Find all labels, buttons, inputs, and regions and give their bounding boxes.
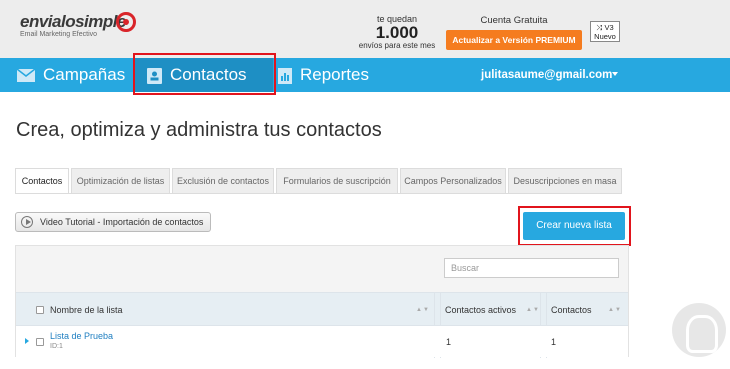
quota-info: te quedan 1.000 envíos para este mes [352, 14, 442, 50]
logo-text: envialosimple [20, 12, 126, 31]
tab-desuscripciones[interactable]: Desuscripciones en masa [508, 168, 622, 193]
report-chart-icon [278, 67, 292, 84]
row-checkbox[interactable] [36, 338, 44, 346]
sort-icon[interactable]: ▲▼ [608, 307, 622, 313]
quota-unit: envíos para este mes [358, 41, 436, 50]
version-label: V3 [604, 23, 614, 32]
video-tutorial-button[interactable]: Video Tutorial - Importación de contacto… [15, 212, 211, 232]
nav-item-reportes[interactable]: Reportes [278, 58, 369, 92]
contactos-highlight [133, 53, 276, 95]
lists-table: Buscar Nombre de la lista ▲▼ Contactos a… [15, 245, 629, 358]
version-badge[interactable]: ⤨ V3 Nuevo [590, 21, 620, 42]
user-email[interactable]: julitasaume@gmail.com [481, 58, 612, 92]
new-list-highlight [518, 206, 631, 246]
tab-contactos[interactable]: Contactos [15, 168, 69, 194]
nav-item-campanas[interactable]: Campañas [17, 58, 125, 92]
logo-tagline: Email Marketing Efectivo [20, 31, 98, 38]
play-icon [21, 216, 33, 228]
column-header-name[interactable]: Nombre de la lista [50, 293, 123, 327]
table-header: Nombre de la lista ▲▼ Contactos activos … [16, 292, 628, 326]
list-name-link[interactable]: Lista de Prueba [50, 331, 113, 341]
sort-icon[interactable]: ▲▼ [526, 307, 540, 313]
select-all-checkbox[interactable] [36, 306, 44, 314]
table-row[interactable]: Lista de Prueba ID:1 1 1 [16, 326, 628, 357]
tab-divider [15, 193, 622, 194]
chevron-down-icon[interactable] [612, 72, 618, 76]
version-sub: Nuevo [594, 32, 616, 41]
tab-exclusion[interactable]: Exclusión de contactos [172, 168, 274, 193]
watermark-logo [672, 303, 726, 357]
plan-info: Cuenta Gratuita Actualizar a Versión PRE… [446, 15, 582, 50]
page-title: Crea, optimiza y administra tus contacto… [16, 119, 382, 141]
top-header: envialosimple Email Marketing Efectivo t… [0, 0, 730, 58]
column-header-total[interactable]: Contactos [551, 293, 592, 327]
nav-label: Campañas [43, 65, 126, 84]
plan-label: Cuenta Gratuita [480, 15, 548, 26]
logo[interactable]: envialosimple Email Marketing Efectivo [20, 12, 136, 38]
target-icon [116, 12, 136, 32]
sort-icon[interactable]: ▲▼ [416, 307, 430, 313]
column-header-active[interactable]: Contactos activos [445, 293, 516, 327]
envelope-icon [17, 69, 35, 83]
video-tutorial-label: Video Tutorial - Importación de contacto… [40, 217, 204, 227]
upgrade-button[interactable]: Actualizar a Versión PREMIUM [446, 30, 582, 50]
expand-arrow-icon[interactable] [25, 338, 29, 344]
total-contacts-value: 1 [551, 337, 557, 347]
active-contacts-value: 1 [446, 337, 452, 347]
main-nav: Campañas Contactos Reportes [0, 58, 730, 92]
tab-formularios[interactable]: Formularios de suscripción [276, 168, 398, 193]
nav-label: Reportes [300, 65, 369, 84]
tab-campos[interactable]: Campos Personalizados [400, 168, 506, 193]
search-input[interactable]: Buscar [444, 258, 619, 278]
list-id: ID:1 [50, 343, 63, 350]
tab-optimizacion[interactable]: Optimización de listas [71, 168, 170, 193]
quota-value: 1.000 [375, 23, 419, 42]
